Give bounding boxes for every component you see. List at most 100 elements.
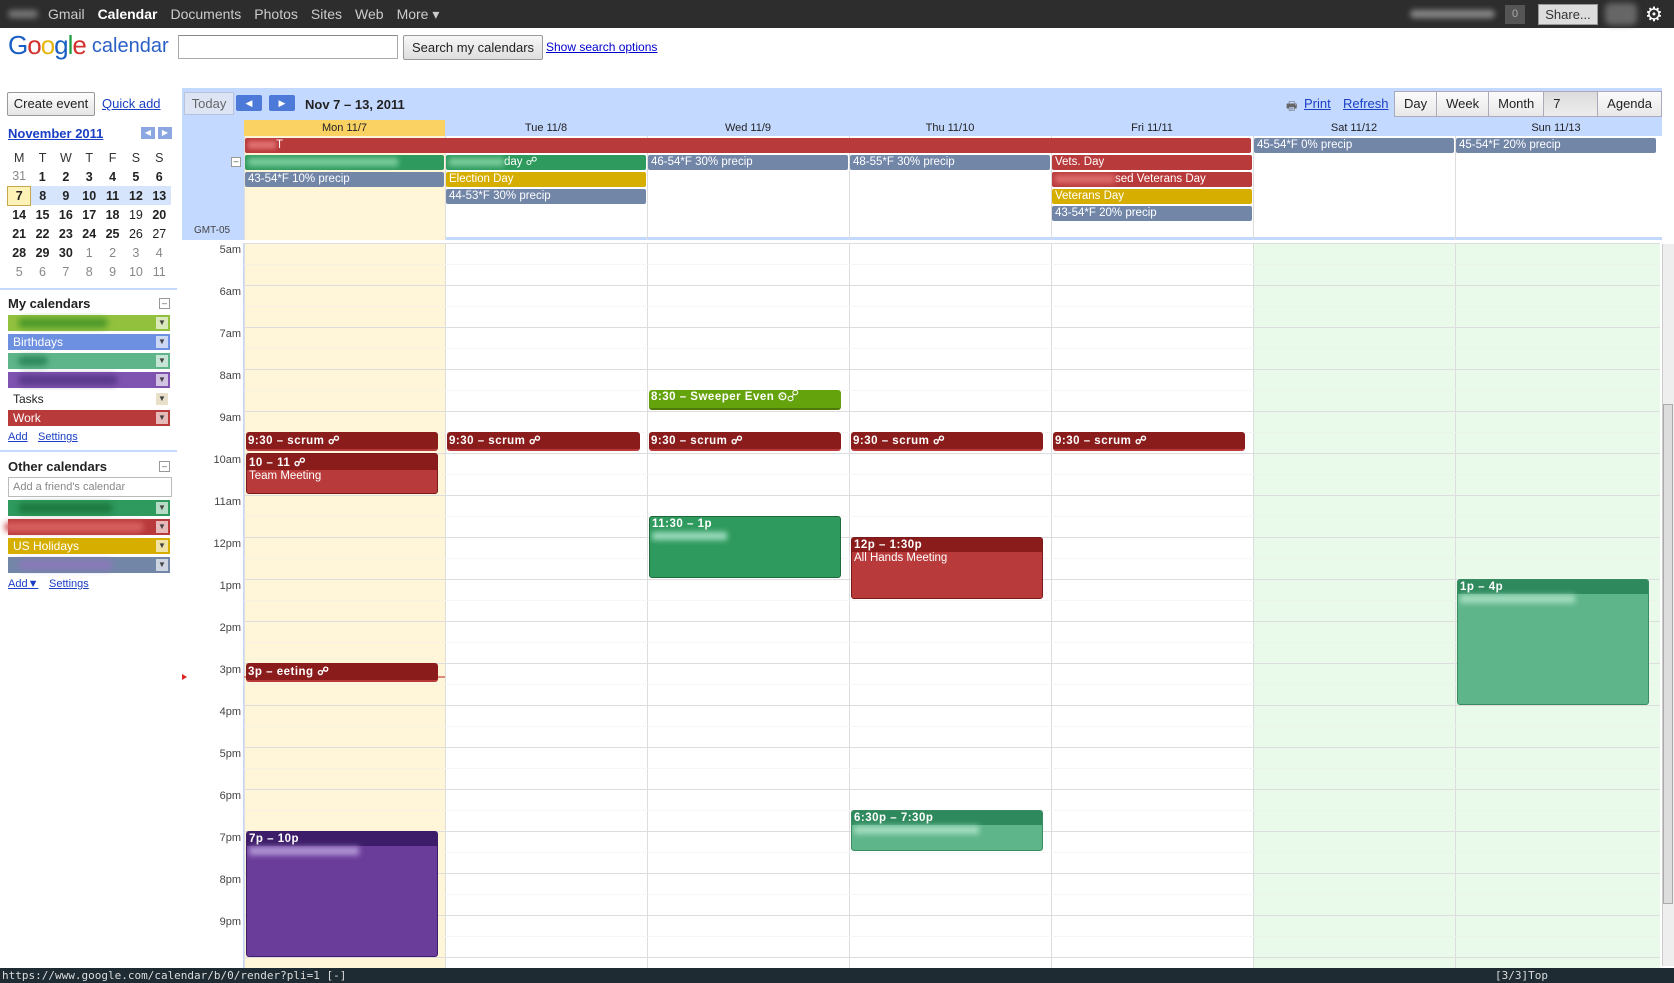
mini-day[interactable]: 8: [31, 186, 54, 205]
day-header[interactable]: Thu 11/10: [849, 120, 1051, 136]
grid-scrollbar[interactable]: [1662, 244, 1674, 966]
mini-day[interactable]: 22: [31, 224, 54, 243]
view-7days-button[interactable]: 7 Days: [1543, 91, 1599, 135]
mini-day[interactable]: 28: [8, 243, 31, 262]
chevron-down-icon[interactable]: ▼: [156, 317, 168, 329]
mini-day[interactable]: 11: [148, 262, 171, 281]
calendar-event-all-hands[interactable]: 12p – 1:30p All Hands Meeting: [851, 537, 1043, 599]
print-link[interactable]: Print: [1304, 96, 1331, 111]
calendar-event-team-meeting[interactable]: 10 – 11 ☍ Team Meeting: [246, 453, 438, 494]
add-calendar-link[interactable]: Add: [8, 431, 28, 443]
notification-count[interactable]: 0: [1505, 5, 1525, 24]
mini-day-today[interactable]: 7: [6, 185, 32, 206]
mini-day[interactable]: 3: [78, 167, 101, 186]
printer-icon[interactable]: 🖶: [1286, 97, 1297, 118]
mini-day[interactable]: 25: [101, 224, 124, 243]
nav-photos[interactable]: Photos: [254, 6, 298, 22]
account-name-blur[interactable]: [1410, 10, 1495, 18]
mini-day[interactable]: 9: [101, 262, 124, 281]
google-calendar-logo[interactable]: Google calendar: [8, 30, 169, 61]
calendar-event[interactable]: 8:30 – Sweeper Even ⏲☍: [649, 390, 841, 410]
day-header[interactable]: Tue 11/8: [445, 120, 647, 136]
mini-day[interactable]: 19: [124, 205, 147, 224]
all-day-event[interactable]: Vets. Day: [1052, 155, 1252, 170]
other-calendars-title[interactable]: Other calendars: [8, 459, 107, 474]
mini-day[interactable]: 16: [54, 205, 77, 224]
search-my-calendars-button[interactable]: Search my calendars: [403, 35, 543, 60]
calendar-item-us-holidays[interactable]: US Holidays ▼: [8, 538, 170, 554]
add-other-calendar-link[interactable]: Add▼: [8, 578, 38, 590]
all-day-event[interactable]: sed Veterans Day: [1052, 172, 1252, 187]
mini-next-icon[interactable]: ▶: [158, 127, 172, 139]
all-day-event[interactable]: Election Day: [446, 172, 646, 187]
mini-day[interactable]: 5: [8, 262, 31, 281]
mini-day[interactable]: 20: [148, 205, 171, 224]
mini-day[interactable]: 13: [148, 186, 171, 205]
calendar-event[interactable]: 3p – eeting ☍: [246, 663, 438, 682]
calendar-event[interactable]: 6:30p – 7:30p: [851, 810, 1043, 851]
mini-day[interactable]: 1: [78, 243, 101, 262]
today-button[interactable]: Today: [184, 92, 234, 115]
day-column[interactable]: [1051, 243, 1253, 968]
calendar-event[interactable]: 7p – 10p: [246, 831, 438, 957]
day-header[interactable]: Sat 11/12: [1253, 120, 1455, 136]
all-day-event[interactable]: day ☍: [446, 155, 646, 170]
view-agenda-button[interactable]: Agenda: [1597, 91, 1662, 117]
calendar-event[interactable]: 9:30 – scrum ☍: [851, 432, 1043, 451]
chevron-down-icon[interactable]: ▼: [156, 521, 168, 533]
mini-day[interactable]: 6: [148, 167, 171, 186]
mini-day[interactable]: 18: [101, 205, 124, 224]
calendar-item[interactable]: ▼: [8, 500, 170, 516]
mini-day[interactable]: 27: [148, 224, 171, 243]
settings-link[interactable]: Settings: [49, 578, 89, 590]
mini-day[interactable]: 4: [148, 243, 171, 262]
calendar-item[interactable]: ▼: [4, 519, 170, 535]
calendar-event[interactable]: 9:30 – scrum ☍: [246, 432, 438, 451]
mini-day[interactable]: 29: [31, 243, 54, 262]
mini-day[interactable]: 8: [78, 262, 101, 281]
day-column[interactable]: [445, 243, 647, 968]
mini-day[interactable]: 7: [54, 262, 77, 281]
share-button[interactable]: Share...: [1538, 4, 1598, 25]
view-month-button[interactable]: Month: [1488, 91, 1545, 117]
mini-day[interactable]: 15: [31, 205, 54, 224]
calendar-item-birthdays[interactable]: Birthdays ▼: [8, 334, 170, 350]
nav-more[interactable]: More ▾: [397, 6, 440, 23]
collapse-icon[interactable]: –: [231, 157, 241, 167]
all-day-event[interactable]: 43-54*F 10% precip: [245, 172, 444, 187]
all-day-event[interactable]: Veterans Day: [1052, 189, 1252, 204]
all-day-event[interactable]: 44-53*F 30% precip: [446, 189, 646, 204]
nav-calendar[interactable]: Calendar: [98, 6, 158, 22]
mini-day[interactable]: 17: [78, 205, 101, 224]
quick-add-link[interactable]: Quick add: [102, 96, 161, 111]
day-header[interactable]: Fri 11/11: [1051, 120, 1253, 136]
chevron-down-icon[interactable]: ▼: [156, 502, 168, 514]
mini-day[interactable]: 4: [101, 167, 124, 186]
nav-gmail[interactable]: Gmail: [48, 6, 85, 22]
chevron-down-icon[interactable]: ▼: [156, 374, 168, 386]
day-header[interactable]: Sun 11/13: [1455, 120, 1657, 136]
day-column[interactable]: [849, 243, 1051, 968]
mini-day[interactable]: 11: [101, 186, 124, 205]
avatar[interactable]: [1605, 3, 1637, 25]
chevron-down-icon[interactable]: ▼: [156, 393, 168, 405]
create-event-button[interactable]: Create event: [7, 92, 95, 116]
calendar-item-tasks[interactable]: Tasks ▼: [8, 391, 170, 407]
calendar-item[interactable]: ▼: [8, 315, 170, 331]
all-day-event[interactable]: [245, 155, 444, 170]
mini-day[interactable]: 12: [124, 186, 147, 205]
all-day-event[interactable]: T: [245, 138, 1251, 153]
mini-day[interactable]: 2: [101, 243, 124, 262]
all-day-event[interactable]: 48-55*F 30% precip: [850, 155, 1050, 170]
calendar-item[interactable]: ▼: [8, 372, 170, 388]
nav-documents[interactable]: Documents: [170, 6, 241, 22]
mini-day[interactable]: 9: [54, 186, 77, 205]
chevron-down-icon[interactable]: ▼: [156, 412, 168, 424]
mini-day[interactable]: 1: [31, 167, 54, 186]
nav-sites[interactable]: Sites: [311, 6, 342, 22]
calendar-event[interactable]: 11:30 – 1p: [649, 516, 841, 578]
mini-day[interactable]: 10: [78, 186, 101, 205]
view-day-button[interactable]: Day: [1394, 91, 1438, 117]
scrollbar-thumb[interactable]: [1663, 404, 1673, 904]
all-day-event[interactable]: 45-54*F 20% precip: [1456, 138, 1656, 153]
